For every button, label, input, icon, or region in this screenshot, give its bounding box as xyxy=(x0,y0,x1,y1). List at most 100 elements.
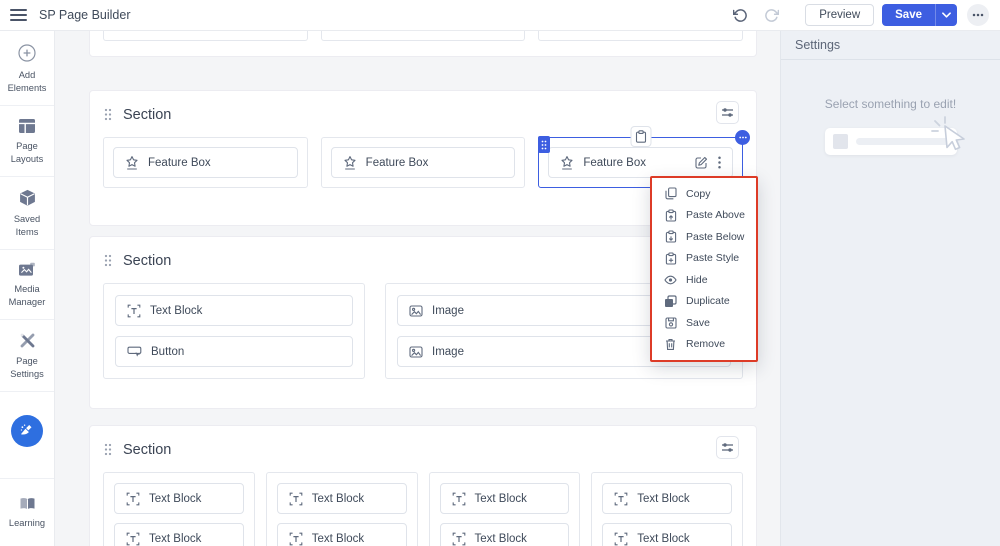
element-text-block[interactable]: Text Block xyxy=(440,483,570,514)
section-title: Section xyxy=(123,107,171,123)
more-options-button[interactable] xyxy=(967,4,989,26)
element-box-partial[interactable] xyxy=(321,31,526,41)
sidebar-item-label: Saved Items xyxy=(3,213,51,238)
column-options-button[interactable] xyxy=(735,130,750,145)
duplicate-icon xyxy=(664,295,677,308)
element-text-block[interactable]: Text Block xyxy=(602,523,732,546)
eye-icon xyxy=(664,275,677,285)
section-settings-button[interactable] xyxy=(716,436,739,459)
element-text-block[interactable]: Text Block xyxy=(277,483,407,514)
element-text-block[interactable]: Text Block xyxy=(602,483,732,514)
sidebar-broom-section xyxy=(0,392,54,470)
section-header: Section xyxy=(90,426,756,460)
element-feature-box[interactable]: Feature Box xyxy=(113,147,298,178)
element-label: Text Block xyxy=(312,493,364,505)
section-partial[interactable] xyxy=(89,31,757,57)
paste-below-icon xyxy=(664,230,677,243)
element-text-block[interactable]: Text Block xyxy=(440,523,570,546)
element-text-block[interactable]: Text Block xyxy=(115,295,353,326)
column[interactable]: Text Block Button xyxy=(103,283,365,379)
section-text-blocks[interactable]: Section Text Block Text Block Text Blo xyxy=(89,425,757,546)
element-button[interactable]: Button xyxy=(115,336,353,367)
sidebar-item-add-elements[interactable]: Add Elements xyxy=(0,31,54,106)
context-menu-item-copy[interactable]: Copy xyxy=(652,183,756,205)
text-block-icon xyxy=(452,492,466,506)
element-feature-box[interactable]: Feature Box xyxy=(331,147,516,178)
topbar: SP Page Builder Preview Save xyxy=(0,0,1000,31)
undo-icon[interactable] xyxy=(733,8,748,23)
context-menu-label: Paste Below xyxy=(686,231,744,243)
skeleton-square xyxy=(833,134,848,149)
sidebar-item-page-layouts[interactable]: Page Layouts xyxy=(0,106,54,177)
save-dropdown-button[interactable] xyxy=(935,4,957,26)
text-block-icon xyxy=(289,532,303,546)
context-menu-label: Hide xyxy=(686,274,708,286)
paste-chip-button[interactable] xyxy=(630,126,651,147)
context-menu-item-hide[interactable]: Hide xyxy=(652,269,756,291)
column[interactable]: Text Block Text Block xyxy=(103,472,255,546)
context-menu-label: Paste Above xyxy=(686,209,745,221)
drag-handle-icon[interactable] xyxy=(104,108,112,121)
element-label: Image xyxy=(432,305,464,317)
section-title: Section xyxy=(123,442,171,458)
column[interactable]: Text Block Text Block xyxy=(266,472,418,546)
redo-icon[interactable] xyxy=(764,8,779,23)
element-context-menu: Copy Paste Above Paste Below Paste Style… xyxy=(650,176,758,362)
element-label: Text Block xyxy=(475,493,527,505)
context-menu-item-paste-below[interactable]: Paste Below xyxy=(652,226,756,248)
sliders-icon xyxy=(721,107,734,118)
sidebar-spacer xyxy=(0,470,54,478)
element-feature-box-selected[interactable]: Feature Box xyxy=(548,147,733,178)
element-actions xyxy=(695,156,721,169)
button-icon xyxy=(127,345,142,358)
column[interactable]: Text Block Text Block xyxy=(429,472,581,546)
context-menu-label: Paste Style xyxy=(686,252,739,264)
sidebar-item-learning[interactable]: Learning xyxy=(0,478,54,546)
image-icon xyxy=(409,305,423,317)
column[interactable]: Feature Box xyxy=(103,137,308,188)
partial-columns xyxy=(103,31,743,41)
element-label: Text Block xyxy=(150,305,202,317)
element-text-block[interactable]: Text Block xyxy=(114,483,244,514)
empty-state-message: Select something to edit! xyxy=(781,97,1000,111)
sidebar-item-page-settings[interactable]: Page Settings xyxy=(0,320,54,392)
context-menu-item-save[interactable]: Save xyxy=(652,312,756,334)
element-box-partial[interactable] xyxy=(103,31,308,41)
context-menu-label: Remove xyxy=(686,338,725,350)
sidebar-item-media-manager[interactable]: Media Manager xyxy=(0,250,54,320)
context-menu-item-duplicate[interactable]: Duplicate xyxy=(652,291,756,313)
section-settings-button[interactable] xyxy=(716,101,739,124)
column[interactable]: Feature Box xyxy=(321,137,526,188)
drag-handle-icon[interactable] xyxy=(104,254,112,267)
magic-broom-button[interactable] xyxy=(11,415,43,447)
element-text-block[interactable]: Text Block xyxy=(114,523,244,546)
sidebar-item-saved-items[interactable]: Saved Items xyxy=(0,177,54,250)
sidebar-item-label: Add Elements xyxy=(3,69,51,94)
context-menu-item-paste-above[interactable]: Paste Above xyxy=(652,205,756,227)
column-drag-handle-icon[interactable] xyxy=(538,136,550,153)
drag-handle-icon[interactable] xyxy=(104,443,112,456)
sidebar: Add Elements Page Layouts Saved Items Me… xyxy=(0,31,55,546)
element-label: Text Block xyxy=(637,493,689,505)
save-button[interactable]: Save xyxy=(882,4,935,26)
settings-panel: Settings Select something to edit! xyxy=(780,31,1000,546)
menu-icon[interactable] xyxy=(10,9,27,21)
kebab-menu-icon[interactable] xyxy=(718,156,721,169)
element-label: Text Block xyxy=(149,493,201,505)
magic-broom-icon xyxy=(19,423,35,439)
cube-icon xyxy=(19,189,36,207)
ellipsis-icon xyxy=(739,136,747,139)
context-menu-item-remove[interactable]: Remove xyxy=(652,334,756,356)
element-box-partial[interactable] xyxy=(538,31,743,41)
element-label: Text Block xyxy=(475,533,527,545)
column[interactable]: Text Block Text Block xyxy=(591,472,743,546)
element-label: Text Block xyxy=(149,533,201,545)
context-menu-item-paste-style[interactable]: Paste Style xyxy=(652,248,756,270)
element-text-block[interactable]: Text Block xyxy=(277,523,407,546)
text-block-icon xyxy=(614,532,628,546)
paste-style-icon xyxy=(664,252,677,265)
edit-icon[interactable] xyxy=(695,156,708,169)
section-header: Section xyxy=(90,91,756,125)
preview-button[interactable]: Preview xyxy=(805,4,874,26)
copy-icon xyxy=(664,187,677,200)
